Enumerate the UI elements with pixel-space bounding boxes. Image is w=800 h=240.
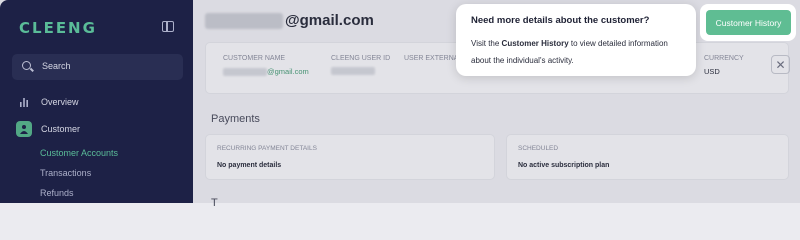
sidebar-subitem-transactions[interactable]: Transactions [40,168,91,178]
search-icon [22,61,31,70]
redacted-text [331,67,375,75]
email-suffix: @gmail.com [285,12,374,29]
user-icon [16,121,32,137]
field-value: @gmail.com [223,67,309,76]
redacted-text [205,12,283,29]
user-id-field: CLEENG USER ID [331,55,390,75]
search-label: Search [42,61,71,71]
currency-value: USD [704,67,720,76]
field-label: USER EXTERNA [404,55,459,62]
sidebar-item-overview[interactable]: Overview [16,93,79,111]
customer-history-button[interactable]: Customer History [706,10,791,35]
card-value: No active subscription plan [518,162,610,169]
sidebar-item-label: Overview [41,97,79,107]
payments-heading: Payments [211,113,260,125]
sidebar-item-customer[interactable]: Customer [16,120,80,138]
field-label: CURRENCY [704,55,744,62]
sidebar-subitem-refunds[interactable]: Refunds [40,188,74,198]
customer-name-field: CUSTOMER NAME @gmail.com [223,55,309,76]
field-label: CUSTOMER NAME [223,55,286,62]
tooltip-body: Visit the Customer History to view detai… [471,35,686,69]
bar-chart-icon [16,94,32,110]
onboarding-tooltip: Need more details about the customer? Vi… [456,4,696,76]
sidebar-collapse-icon[interactable] [162,21,174,32]
sidebar: CLEENG Search Overview Customer Customer… [0,0,193,203]
currency-field: CURRENCY USD [704,55,744,76]
next-section-heading: T [211,197,218,209]
field-label: CLEENG USER ID [331,55,391,62]
card-value: No payment details [217,162,282,169]
field-value [331,67,390,75]
tooltip-body-link: Customer History [501,39,569,48]
card-label: SCHEDULED [518,145,559,152]
page-title: @gmail.com [205,12,374,29]
scheduled-card: SCHEDULED No active subscription plan [506,134,789,180]
logo: CLEENG [19,19,97,37]
customer-email: @gmail.com [267,67,309,76]
external-id-field: USER EXTERNA [404,55,458,62]
close-icon: ✕ [775,57,786,72]
close-button[interactable]: ✕ [771,55,790,74]
tooltip-title: Need more details about the customer? [471,15,650,26]
recurring-payment-card: RECURRING PAYMENT DETAILS No payment det… [205,134,495,180]
search-box[interactable]: Search [12,54,183,80]
sidebar-subitem-customer-accounts[interactable]: Customer Accounts [40,148,118,158]
highlight-spotlight: Customer History [700,4,796,41]
card-label: RECURRING PAYMENT DETAILS [217,145,317,152]
redacted-text [223,67,267,76]
sidebar-item-label: Customer [41,124,81,134]
tooltip-body-prefix: Visit the [471,39,502,48]
